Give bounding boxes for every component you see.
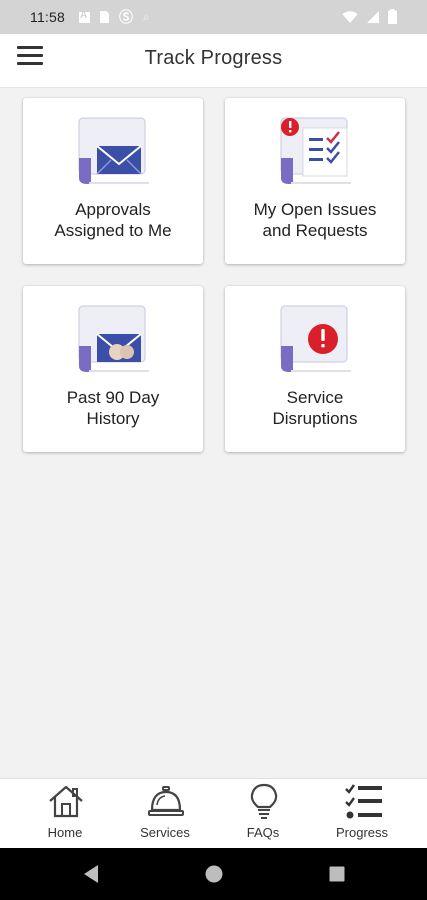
app-bar: Track Progress bbox=[0, 34, 427, 88]
home-circle-icon[interactable] bbox=[205, 864, 223, 884]
sd-card-icon bbox=[100, 11, 109, 23]
lightbulb-icon bbox=[250, 783, 278, 819]
nav-progress[interactable]: Progress bbox=[312, 779, 412, 849]
back-icon[interactable] bbox=[82, 864, 100, 884]
tile-label: Past 90 Day History bbox=[66, 388, 160, 428]
service-bell-icon bbox=[148, 786, 184, 816]
checklist-alert-icon bbox=[280, 117, 351, 184]
tile-approvals[interactable]: Approvals Assigned to Me bbox=[23, 98, 203, 264]
wifi-icon bbox=[342, 10, 358, 23]
page-title: Track Progress bbox=[144, 47, 283, 69]
nav-label: FAQs bbox=[246, 825, 280, 840]
tile-label: My Open Issues and Requests bbox=[253, 200, 377, 240]
nav-services[interactable]: Services bbox=[115, 779, 215, 849]
envelope-history-icon bbox=[78, 305, 149, 372]
nav-home[interactable]: Home bbox=[15, 779, 115, 849]
tile-service-disruptions[interactable]: Service Disruptions bbox=[225, 286, 405, 452]
alert-icon bbox=[280, 305, 351, 372]
wifi-icon: ⌕ bbox=[143, 9, 150, 24]
status-notification-icons: Ⓢ ⌕ bbox=[79, 7, 150, 27]
a-box-icon bbox=[79, 10, 90, 23]
nav-label: Home bbox=[47, 825, 83, 840]
status-time: 11:58 bbox=[30, 9, 65, 25]
envelope-icon bbox=[78, 117, 149, 184]
tile-past-90-day-history[interactable]: Past 90 Day History bbox=[23, 286, 203, 452]
signal-icon bbox=[367, 10, 379, 23]
bottom-nav: Home Services FAQs Progress bbox=[0, 778, 427, 849]
system-nav-bar bbox=[0, 848, 427, 900]
s-icon: Ⓢ bbox=[119, 9, 133, 25]
battery-icon bbox=[388, 9, 397, 24]
nav-faqs[interactable]: FAQs bbox=[213, 779, 313, 849]
tile-label: Approvals Assigned to Me bbox=[54, 200, 172, 240]
tile-label: Service Disruptions bbox=[272, 388, 358, 428]
nav-label: Progress bbox=[335, 825, 389, 840]
status-system-icons bbox=[342, 9, 397, 24]
nav-label: Services bbox=[140, 825, 190, 840]
checklist-icon bbox=[345, 784, 382, 819]
status-bar: 11:58 Ⓢ ⌕ bbox=[0, 0, 427, 34]
tile-open-issues[interactable]: My Open Issues and Requests bbox=[225, 98, 405, 264]
recents-icon[interactable] bbox=[328, 864, 346, 884]
home-icon bbox=[49, 785, 83, 818]
